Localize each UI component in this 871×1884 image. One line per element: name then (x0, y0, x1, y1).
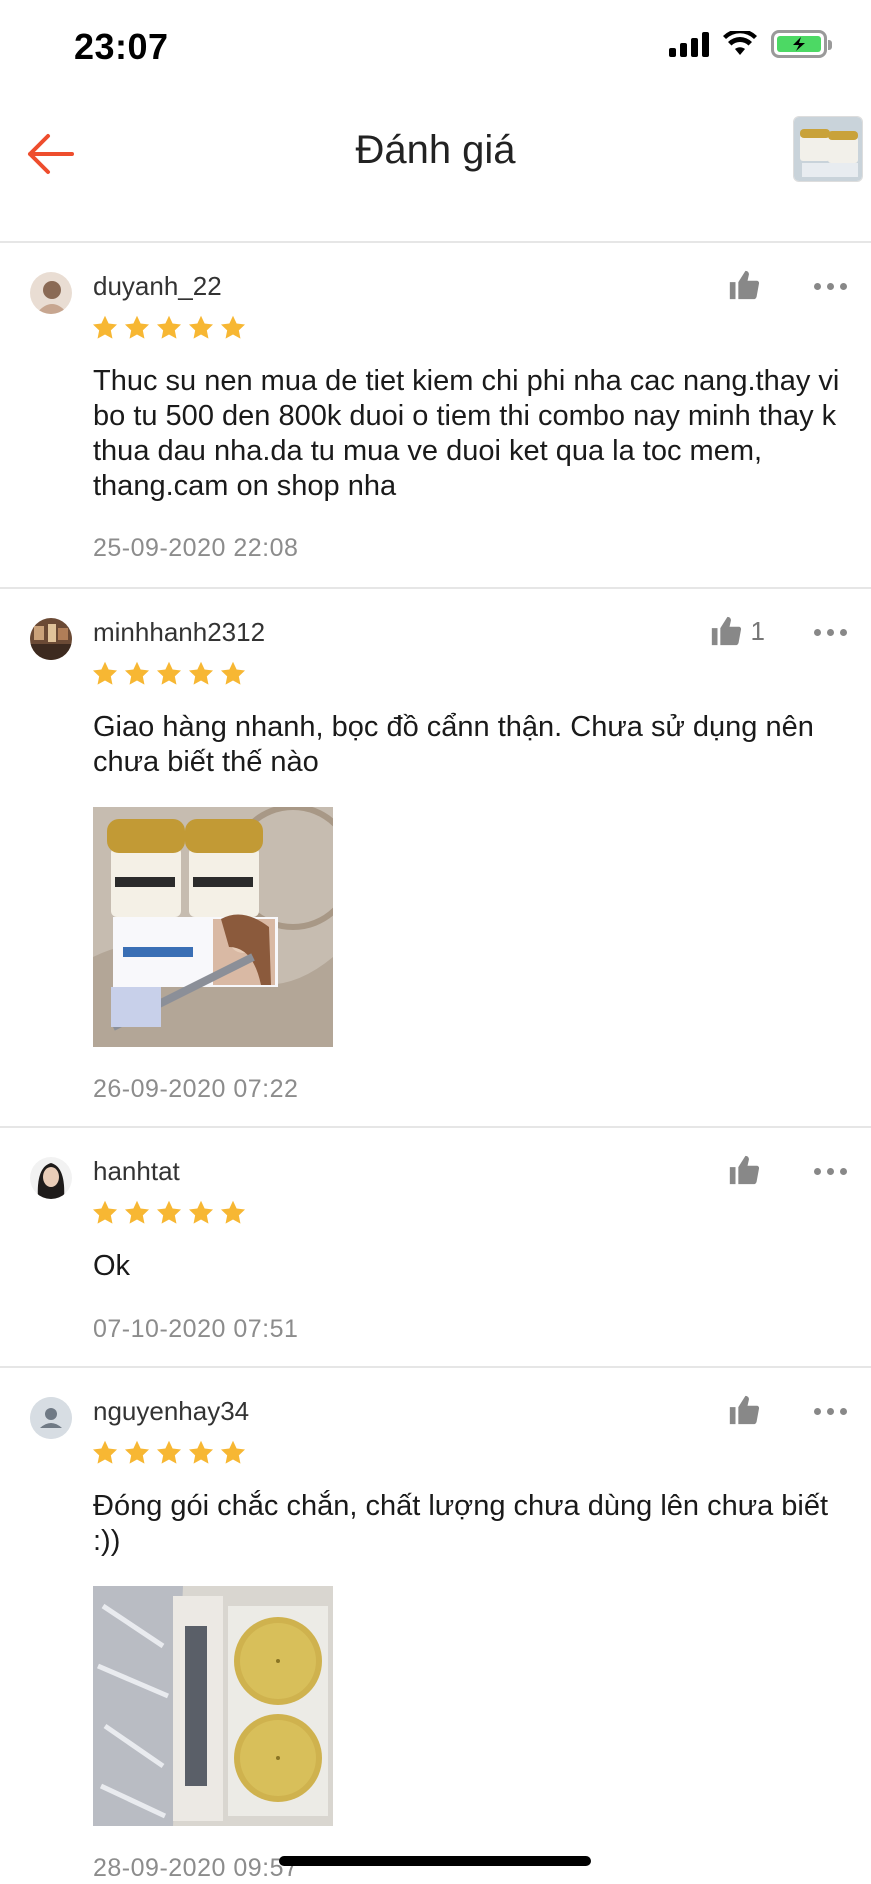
star-icon (124, 1440, 150, 1464)
rating-stars (91, 660, 247, 688)
review-text: Giao hàng nhanh, bọc đồ cẩnn thận. Chưa … (93, 711, 814, 778)
cellular-signal-icon (669, 31, 709, 57)
star-icon (124, 315, 150, 339)
home-indicator (279, 1856, 591, 1866)
product-thumbnail[interactable] (793, 116, 863, 182)
review-date: 25-09-2020 22:08 (93, 534, 299, 562)
thumbs-up-icon (711, 616, 741, 646)
nav-header: Đánh giá (0, 90, 871, 210)
star-icon (220, 315, 246, 339)
star-icon (188, 1200, 214, 1224)
review-date: 07-10-2020 07:51 (93, 1315, 299, 1343)
star-icon (124, 661, 150, 685)
divider (0, 241, 871, 243)
status-icons (669, 30, 832, 58)
like-count: 1 (750, 615, 765, 646)
review-text: Đóng gói chắc chắn, chất lượng chưa dùng… (93, 1490, 829, 1557)
star-icon (156, 1200, 182, 1224)
more-options-button[interactable] (814, 1408, 847, 1415)
page-title: Đánh giá (355, 128, 516, 172)
like-button[interactable]: 1 (709, 614, 765, 648)
rating-stars (91, 1439, 247, 1467)
like-button[interactable] (727, 268, 761, 302)
review-photo[interactable] (93, 1586, 333, 1826)
star-icon (188, 661, 214, 685)
username[interactable]: duyanh_22 (93, 271, 222, 302)
review-date: 28-09-2020 09:57 (93, 1854, 299, 1882)
star-icon (188, 1440, 214, 1464)
star-icon (156, 661, 182, 685)
more-options-button[interactable] (814, 283, 847, 290)
wifi-icon (723, 31, 757, 55)
avatar[interactable] (30, 1397, 72, 1439)
review-photo[interactable] (93, 807, 333, 1047)
star-icon (156, 1440, 182, 1464)
review-date: 26-09-2020 07:22 (93, 1075, 299, 1103)
divider (0, 1126, 871, 1128)
star-icon (220, 661, 246, 685)
status-time: 23:07 (74, 26, 169, 67)
rating-stars (91, 314, 247, 342)
username[interactable]: hanhtat (93, 1156, 180, 1187)
default-user-icon (30, 1397, 72, 1439)
thumbs-up-icon (729, 1155, 760, 1185)
star-icon (188, 315, 214, 339)
like-button[interactable] (727, 1153, 761, 1187)
star-icon (92, 315, 118, 339)
avatar[interactable] (30, 272, 72, 314)
star-icon (220, 1440, 246, 1464)
more-options-button[interactable] (814, 1168, 847, 1175)
star-icon (156, 315, 182, 339)
star-icon (92, 1440, 118, 1464)
status-bar: 23:07 (0, 0, 871, 90)
divider (0, 1366, 871, 1368)
thumbs-up-icon (729, 270, 760, 300)
review-text: Ok (93, 1250, 131, 1282)
username[interactable]: nguyenhay34 (93, 1396, 249, 1427)
username[interactable]: minhhanh2312 (93, 617, 265, 648)
more-options-button[interactable] (814, 629, 847, 636)
rating-stars (91, 1199, 247, 1227)
star-icon (92, 1200, 118, 1224)
battery-icon (771, 30, 832, 58)
like-button[interactable] (727, 1393, 761, 1427)
review-text: Thuc su nen mua de tiet kiem chi phi nha… (93, 365, 840, 502)
thumbs-up-icon (729, 1395, 760, 1425)
avatar[interactable] (30, 1157, 72, 1199)
avatar[interactable] (30, 618, 72, 660)
star-icon (124, 1200, 150, 1224)
star-icon (220, 1200, 246, 1224)
divider (0, 587, 871, 589)
star-icon (92, 661, 118, 685)
